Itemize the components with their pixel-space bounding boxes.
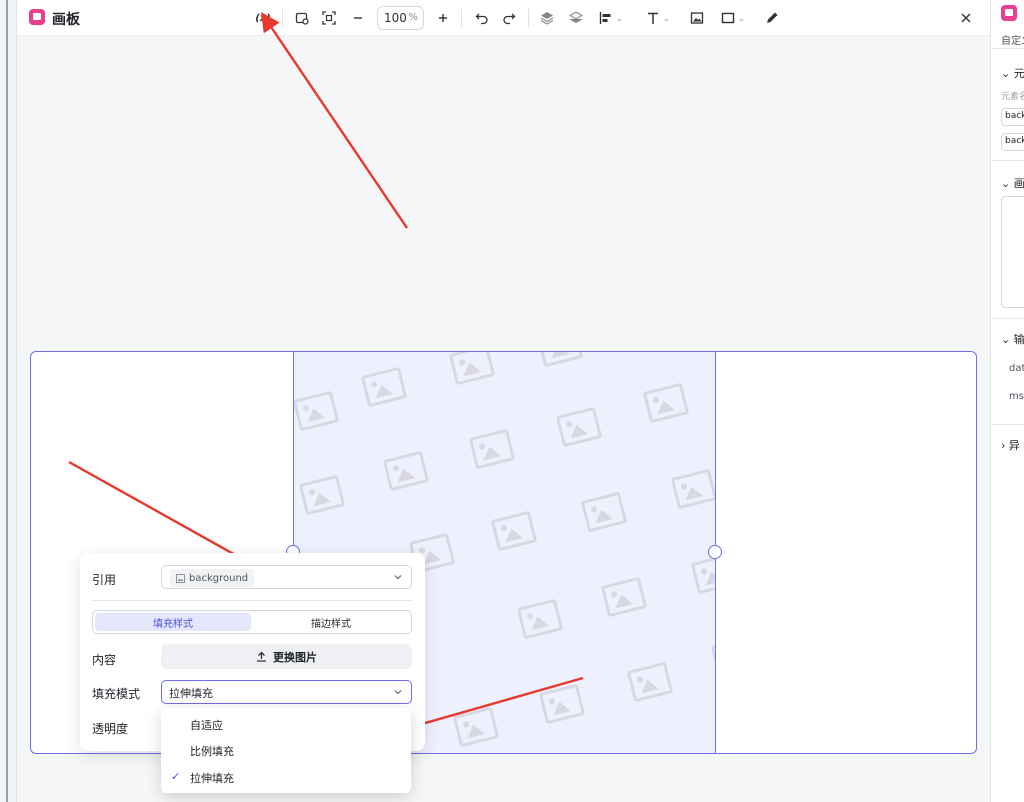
input-item-1: dat (1009, 363, 1024, 374)
edge-line (6, 0, 8, 802)
fill-mode-value: 拉伸填充 (169, 687, 213, 700)
replace-image-label: 更换图片 (273, 650, 317, 664)
canvas-textarea[interactable] (1001, 196, 1024, 308)
option-adaptive[interactable]: 自适应 (190, 717, 223, 733)
fill-mode-dropdown: 自适应 比例填充 ✓ 拉伸填充 (161, 708, 411, 793)
opacity-label: 透明度 (92, 722, 129, 736)
fill-mode-label: 填充模式 (92, 687, 141, 701)
upload-icon (257, 651, 266, 662)
custom-label: 自定义 (1001, 36, 1024, 47)
style-tabs: 填充样式 描边样式 (92, 610, 412, 634)
section-canvas-title: 画 (1013, 177, 1024, 190)
option-stretch-fill[interactable]: 拉伸填充 (190, 770, 234, 786)
ref-chip: background (170, 569, 255, 587)
section-async-title: 异 (1008, 439, 1020, 452)
section-canvas-toggle[interactable]: ⌄ 画 (1001, 175, 1024, 191)
section-async-toggle[interactable]: › 异 (1001, 437, 1020, 453)
divider (92, 600, 412, 601)
section-element-title: 元 (1013, 67, 1024, 80)
ref-label: 引用 (92, 573, 117, 587)
tab-stroke-style[interactable]: 描边样式 (253, 613, 409, 631)
input-item-2: ms (1009, 391, 1024, 402)
window-left-edge (0, 0, 17, 802)
chevron-down-icon (394, 690, 402, 695)
chevron-down-icon: ⌄ (1001, 67, 1011, 80)
divider (991, 160, 1024, 161)
chevron-down-icon: ⌄ (1001, 177, 1011, 190)
divider (991, 318, 1024, 319)
app-logo-icon (1001, 5, 1017, 21)
element-field-2[interactable]: back (1001, 133, 1024, 151)
replace-image-button[interactable]: 更换图片 (161, 644, 412, 669)
content-label: 内容 (92, 653, 117, 667)
checkmark-icon: ✓ (171, 770, 181, 783)
element-name-label: 元素名 (1001, 92, 1024, 102)
chevron-down-icon (394, 575, 402, 580)
fill-mode-select[interactable]: 拉伸填充 (161, 680, 412, 704)
section-input-title: 输 (1013, 333, 1024, 346)
section-element-toggle[interactable]: ⌄ 元 (1001, 65, 1024, 81)
tab-fill-style[interactable]: 填充样式 (95, 613, 251, 631)
ref-select[interactable]: background (161, 565, 412, 589)
image-icon (176, 573, 185, 583)
divider (991, 48, 1024, 49)
divider (991, 424, 1024, 425)
element-field-1[interactable]: back (1001, 108, 1024, 126)
properties-sidebar: 自定义 ⌄ 元 元素名 back back ⌄ 画 ⌄ 输 dat ms › 异 (990, 0, 1024, 802)
chevron-right-icon: › (1001, 439, 1006, 452)
chevron-down-icon: ⌄ (1001, 333, 1011, 346)
option-proportional-fill[interactable]: 比例填充 (190, 743, 234, 759)
section-input-toggle[interactable]: ⌄ 输 (1001, 331, 1024, 347)
ref-value: background (189, 572, 249, 584)
